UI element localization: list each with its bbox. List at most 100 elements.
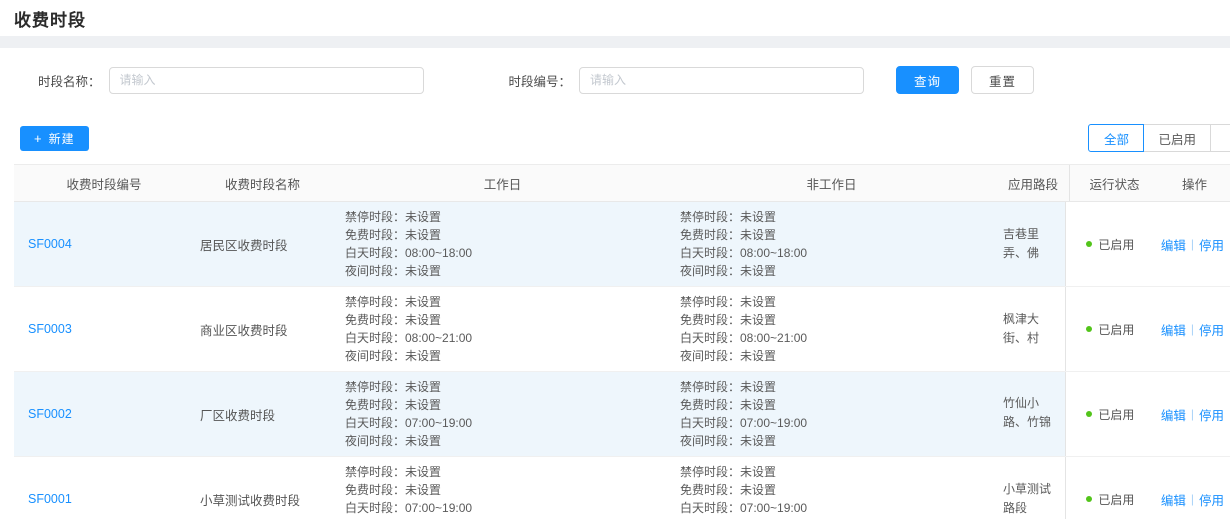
column-header-nonworkday: 非工作日 (666, 165, 989, 201)
table-row: SF0004 居民区收费时段 禁停时段：未设置免费时段：未设置白天时段：08:0… (14, 202, 1230, 287)
period-name: 商业区收费时段 (200, 320, 325, 339)
workday-times: 禁停时段：未设置免费时段：未设置白天时段：07:00~19:00夜间时段：未设置 (331, 372, 666, 456)
column-header-actions: 操作 (1151, 165, 1230, 201)
time-line: 免费时段：未设置 (345, 226, 660, 244)
time-line: 禁停时段：未设置 (680, 463, 983, 481)
time-line: 禁停时段：未设置 (345, 208, 660, 226)
edit-link[interactable]: 编辑 (1161, 320, 1186, 339)
table-header-row: 收费时段编号 收费时段名称 工作日 非工作日 应用路段 运行状态 操作 (14, 165, 1230, 202)
status-dot-icon (1086, 496, 1092, 502)
status-dot-icon (1086, 326, 1092, 332)
time-line: 免费时段：未设置 (345, 311, 660, 329)
status-label: 已启用 (1098, 406, 1134, 423)
time-line: 夜间时段：未设置 (345, 432, 660, 450)
status-label: 已启用 (1098, 491, 1134, 508)
time-line: 免费时段：未设置 (680, 226, 983, 244)
code-field-label: 时段编号： (509, 71, 572, 90)
applied-roads: 枫津大街、村 (1003, 310, 1059, 348)
nonworkday-times: 禁停时段：未设置免费时段：未设置白天时段：08:00~21:00夜间时段：未设置 (666, 287, 989, 371)
period-name: 居民区收费时段 (200, 235, 325, 254)
column-header-name: 收费时段名称 (186, 165, 331, 201)
column-header-roads: 应用路段 (989, 165, 1069, 201)
period-name: 小草测试收费时段 (200, 490, 325, 509)
table-toolbar: + 新建 全部 已启用 (0, 112, 1230, 164)
period-name: 厂区收费时段 (200, 405, 325, 424)
time-line: 白天时段：08:00~18:00 (345, 244, 660, 262)
action-separator: | (1191, 407, 1194, 421)
period-code-link[interactable]: SF0003 (28, 322, 180, 336)
plus-icon: + (34, 131, 43, 146)
action-separator: | (1191, 492, 1194, 506)
disable-link[interactable]: 停用 (1199, 405, 1224, 424)
applied-roads: 竹仙小路、竹锦路、菜山路 (1003, 394, 1059, 434)
search-button[interactable]: 查询 (896, 66, 959, 94)
time-line: 免费时段：未设置 (680, 481, 983, 499)
time-line: 免费时段：未设置 (680, 396, 983, 414)
column-header-code: 收费时段编号 (14, 165, 186, 201)
disable-link[interactable]: 停用 (1199, 490, 1224, 509)
period-code-input[interactable] (579, 67, 864, 94)
page-header: 收费时段 (0, 0, 1230, 36)
status-dot-icon (1086, 241, 1092, 247)
time-line: 白天时段：07:00~19:00 (680, 499, 983, 517)
applied-roads: 小草测试路段 (1003, 480, 1059, 518)
table-row: SF0002 厂区收费时段 禁停时段：未设置免费时段：未设置白天时段：07:00… (14, 372, 1230, 457)
workday-times: 禁停时段：未设置免费时段：未设置白天时段：08:00~18:00夜间时段：未设置 (331, 202, 666, 286)
periods-table: 收费时段编号 收费时段名称 工作日 非工作日 应用路段 运行状态 操作 SF00… (14, 164, 1230, 519)
time-line: 禁停时段：未设置 (345, 463, 660, 481)
page-title: 收费时段 (14, 6, 86, 31)
create-button-label: 新建 (49, 130, 75, 147)
nonworkday-times: 禁停时段：未设置免费时段：未设置白天时段：08:00~18:00夜间时段：未设置 (666, 202, 989, 286)
time-line: 白天时段：08:00~21:00 (680, 329, 983, 347)
time-line: 禁停时段：未设置 (680, 293, 983, 311)
period-name-input[interactable] (109, 67, 424, 94)
time-line: 夜间时段：未设置 (680, 432, 983, 450)
tab-enabled[interactable]: 已启用 (1143, 124, 1211, 152)
workday-times: 禁停时段：未设置免费时段：未设置白天时段：08:00~21:00夜间时段：未设置 (331, 287, 666, 371)
nonworkday-times: 禁停时段：未设置免费时段：未设置白天时段：07:00~19:00夜间时段：22:… (666, 457, 989, 519)
disable-link[interactable]: 停用 (1199, 235, 1224, 254)
table-body: SF0004 居民区收费时段 禁停时段：未设置免费时段：未设置白天时段：08:0… (14, 202, 1230, 519)
time-line: 禁停时段：未设置 (680, 378, 983, 396)
time-line: 夜间时段：未设置 (345, 347, 660, 365)
workday-times: 禁停时段：未设置免费时段：未设置白天时段：07:00~19:00夜间时段：22:… (331, 457, 666, 519)
period-code-link[interactable]: SF0002 (28, 407, 180, 421)
tab-all[interactable]: 全部 (1088, 124, 1144, 152)
column-header-workday: 工作日 (331, 165, 666, 201)
status-dot-icon (1086, 411, 1092, 417)
time-line: 免费时段：未设置 (345, 396, 660, 414)
time-line: 白天时段：07:00~19:00 (345, 414, 660, 432)
filter-bar: 时段名称： 时段编号： 查询 重置 (0, 48, 1230, 112)
time-line: 白天时段：07:00~19:00 (680, 414, 983, 432)
time-line: 禁停时段：未设置 (680, 208, 983, 226)
column-header-status: 运行状态 (1070, 165, 1151, 201)
status-label: 已启用 (1098, 321, 1134, 338)
time-line: 白天时段：08:00~18:00 (680, 244, 983, 262)
applied-roads: 吉巷里弄、佛 (1003, 225, 1059, 263)
edit-link[interactable]: 编辑 (1161, 405, 1186, 424)
time-line: 夜间时段：未设置 (345, 262, 660, 280)
time-line: 夜间时段：未设置 (680, 347, 983, 365)
action-separator: | (1191, 237, 1194, 251)
create-button[interactable]: + 新建 (20, 126, 89, 151)
action-separator: | (1191, 322, 1194, 336)
time-line: 白天时段：07:00~19:00 (345, 499, 660, 517)
table-row: SF0001 小草测试收费时段 禁停时段：未设置免费时段：未设置白天时段：07:… (14, 457, 1230, 519)
edit-link[interactable]: 编辑 (1161, 235, 1186, 254)
time-line: 免费时段：未设置 (680, 311, 983, 329)
status-filter-tabs: 全部 已启用 (1088, 124, 1230, 152)
name-field-label: 时段名称： (38, 71, 101, 90)
table-row: SF0003 商业区收费时段 禁停时段：未设置免费时段：未设置白天时段：08:0… (14, 287, 1230, 372)
period-code-link[interactable]: SF0004 (28, 237, 180, 251)
disable-link[interactable]: 停用 (1199, 320, 1224, 339)
nonworkday-times: 禁停时段：未设置免费时段：未设置白天时段：07:00~19:00夜间时段：未设置 (666, 372, 989, 456)
time-line: 免费时段：未设置 (345, 481, 660, 499)
section-divider (0, 36, 1230, 48)
time-line: 夜间时段：未设置 (680, 262, 983, 280)
reset-button[interactable]: 重置 (971, 66, 1034, 94)
period-code-link[interactable]: SF0001 (28, 492, 180, 506)
edit-link[interactable]: 编辑 (1161, 490, 1186, 509)
tab-clipped[interactable] (1210, 124, 1230, 152)
time-line: 白天时段：08:00~21:00 (345, 329, 660, 347)
time-line: 禁停时段：未设置 (345, 293, 660, 311)
